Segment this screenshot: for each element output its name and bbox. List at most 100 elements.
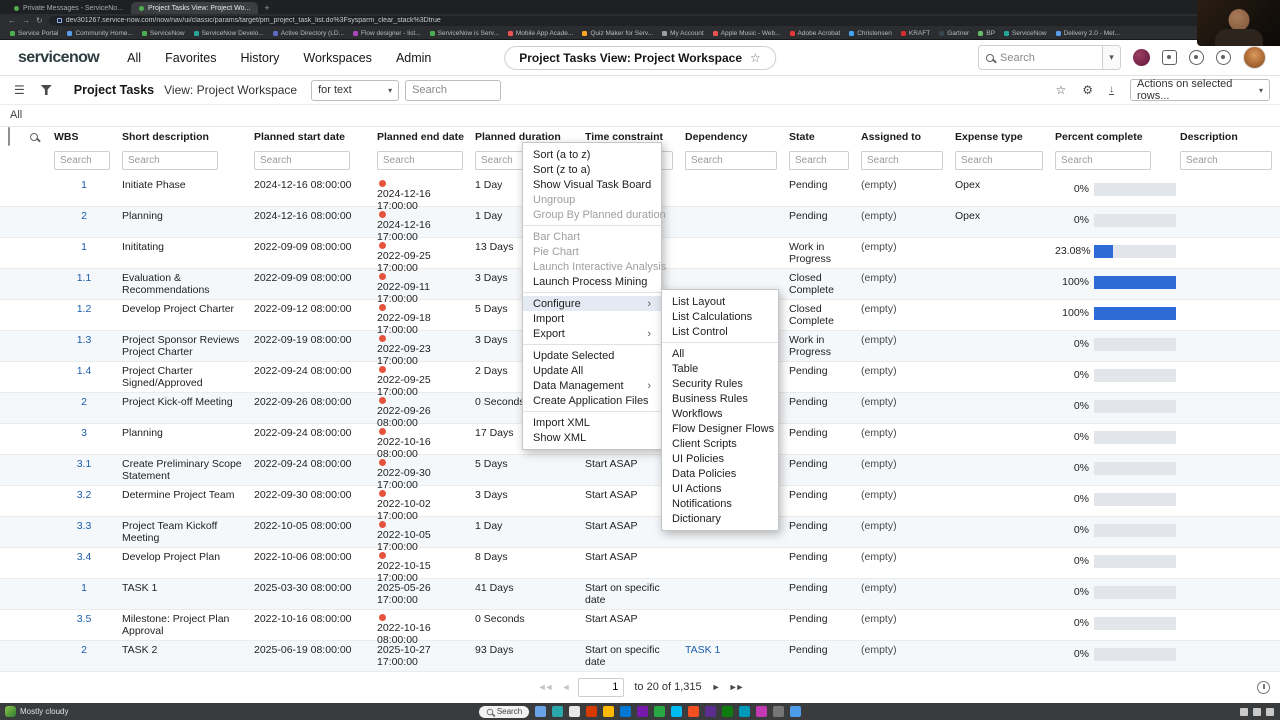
app-icon[interactable] — [603, 706, 615, 717]
browser-tab[interactable]: Private Messages - ServiceNo... — [6, 2, 131, 14]
row-wbs-link[interactable]: 1.3 — [77, 334, 92, 346]
help-icon[interactable] — [1189, 50, 1204, 65]
submenu-item[interactable]: Client Scripts — [662, 436, 778, 451]
filter-icon[interactable] — [40, 85, 52, 95]
submenu-item[interactable]: Table — [662, 361, 778, 376]
column-header-assigned-to[interactable]: Assigned to — [857, 131, 951, 143]
column-header-description[interactable]: Description — [1176, 131, 1280, 143]
nav-item-all[interactable]: All — [127, 51, 141, 65]
list-search-input[interactable] — [405, 79, 502, 101]
table-row[interactable]: 3.1 Create Preliminary Scope Statement 202… — [0, 455, 1280, 490]
context-menu-item[interactable]: Show Visual Task Board — [523, 177, 661, 192]
row-wbs-link[interactable]: 1 — [81, 241, 87, 253]
taskbar-search[interactable]: Search — [478, 705, 530, 718]
context-menu-item[interactable]: Show XML — [523, 430, 661, 445]
column-filter-input[interactable] — [861, 151, 943, 170]
context-menu-item[interactable]: Import XML — [523, 415, 661, 430]
row-wbs-link[interactable]: 1.4 — [77, 365, 92, 377]
row-wbs-link[interactable]: 3.3 — [77, 520, 92, 532]
submenu-item[interactable]: List Layout — [662, 294, 778, 309]
row-wbs-link[interactable]: 1 — [81, 179, 87, 191]
app-icon[interactable] — [773, 706, 785, 717]
weather-widget[interactable]: Mostly cloudy — [5, 706, 68, 717]
bookmark-item[interactable]: BP — [978, 30, 995, 37]
submenu-item[interactable]: Flow Designer Flows — [662, 421, 778, 436]
app-icon[interactable] — [654, 706, 666, 717]
list-timer-icon[interactable] — [1257, 680, 1270, 694]
actions-select[interactable]: Actions on selected rows... ▾ — [1130, 78, 1270, 102]
prev-page-icon[interactable]: ◄ — [561, 682, 570, 692]
column-filter-input[interactable] — [122, 151, 218, 170]
bookmark-item[interactable]: Delivery 2.0 - Met... — [1055, 30, 1120, 37]
nav-item-favorites[interactable]: Favorites — [165, 51, 216, 65]
chat-icon[interactable] — [1162, 50, 1177, 65]
bookmark-item[interactable]: Flow designer - list... — [352, 30, 421, 37]
context-menu-item[interactable]: Configure › — [523, 296, 661, 311]
table-row[interactable]: 3.2 Determine Project Team 2022-09-30 08:0… — [0, 486, 1280, 521]
bookmark-item[interactable]: ServiceNow is Serv... — [429, 30, 499, 37]
dependency-link[interactable]: TASK 1 — [685, 644, 720, 656]
nav-item-admin[interactable]: Admin — [396, 51, 431, 65]
app-icon[interactable] — [637, 706, 649, 717]
table-row[interactable]: 2 TASK 2 2025-06-19 08:00:00 2025-10-27 17:… — [0, 641, 1280, 672]
nav-item-history[interactable]: History — [240, 51, 279, 65]
tray-icon[interactable] — [1240, 707, 1248, 716]
bookmark-item[interactable]: Community Home... — [67, 30, 133, 37]
personalize-star-icon[interactable]: ☆ — [1055, 83, 1066, 97]
row-wbs-link[interactable]: 3 — [81, 427, 87, 439]
column-filter-input[interactable] — [1055, 151, 1151, 170]
back-icon[interactable]: ← — [8, 14, 16, 27]
search-scope-caret-icon[interactable]: ▾ — [1102, 46, 1120, 69]
submenu-item[interactable]: Security Rules — [662, 376, 778, 391]
tray-icon[interactable] — [1253, 707, 1261, 716]
first-page-icon[interactable]: ◄◄ — [538, 682, 554, 692]
bookmark-item[interactable]: Service Portal — [10, 30, 58, 37]
submenu-item[interactable]: Data Policies — [662, 466, 778, 481]
browser-tab[interactable]: Project Tasks View: Project Wo... — [130, 2, 259, 14]
context-menu-item[interactable]: Update All — [523, 363, 661, 378]
row-wbs-link[interactable]: 2 — [81, 396, 87, 408]
column-header-expense-type[interactable]: Expense type — [951, 131, 1051, 143]
submenu-item[interactable]: All — [662, 346, 778, 361]
context-menu-item[interactable]: Launch Process Mining — [523, 274, 661, 289]
column-filter-input[interactable] — [789, 151, 849, 170]
bookmark-item[interactable]: ServiceNow Develo... — [193, 30, 264, 37]
page-number-input[interactable] — [578, 677, 625, 697]
menu-icon[interactable]: ☰ — [14, 83, 25, 97]
column-header-time-constraint[interactable]: Time constraint — [581, 131, 681, 143]
row-wbs-link[interactable]: 3.5 — [77, 613, 92, 625]
last-page-icon[interactable]: ►► — [729, 682, 745, 692]
bookmark-item[interactable]: Adobe Acrobat — [789, 30, 840, 37]
column-filter-input[interactable] — [955, 151, 1043, 170]
bookmark-item[interactable]: Quiz Maker for Serv... — [582, 30, 653, 37]
bookmark-item[interactable]: Christensen — [849, 30, 892, 37]
forward-icon[interactable]: → — [22, 14, 30, 27]
servicenow-logo[interactable]: servicenow — [18, 49, 100, 67]
column-header-short-description[interactable]: Short description — [118, 131, 250, 143]
column-filter-input[interactable] — [377, 151, 463, 170]
context-menu-item[interactable]: Update Selected — [523, 348, 661, 363]
address-bar[interactable]: dev301267.service-now.com/now/nav/ui/cla… — [48, 15, 1231, 26]
row-wbs-link[interactable]: 1.2 — [77, 303, 92, 315]
bookmark-item[interactable]: Gartner — [939, 30, 969, 37]
table-row[interactable]: 3.5 Milestone: Project Plan Approval 2022-… — [0, 610, 1280, 645]
row-wbs-link[interactable]: 3.2 — [77, 489, 92, 501]
context-menu-item[interactable]: Create Application Files — [523, 393, 661, 408]
context-menu-item[interactable]: Export › — [523, 326, 661, 341]
submenu-item[interactable]: Dictionary — [662, 511, 778, 526]
column-header-dependency[interactable]: Dependency — [681, 131, 785, 143]
app-icon[interactable] — [790, 706, 802, 717]
context-menu-item[interactable]: Data Management › — [523, 378, 661, 393]
table-row[interactable]: 1 TASK 1 2025-03-30 08:00:00 2025-05-26 17:… — [0, 579, 1280, 610]
bookmark-item[interactable]: Mobile App Acade... — [507, 30, 573, 37]
app-icon[interactable] — [705, 706, 717, 717]
app-icon[interactable] — [620, 706, 632, 717]
bookmark-item[interactable]: KRAFT — [900, 30, 930, 37]
row-wbs-link[interactable]: 2 — [81, 210, 87, 222]
globe-icon[interactable] — [1133, 49, 1150, 66]
refresh-icon[interactable]: ↻ — [36, 14, 43, 27]
app-icon[interactable] — [722, 706, 734, 717]
column-filter-input[interactable] — [1180, 151, 1272, 170]
user-avatar[interactable] — [1243, 46, 1266, 69]
column-filter-input[interactable] — [54, 151, 110, 170]
